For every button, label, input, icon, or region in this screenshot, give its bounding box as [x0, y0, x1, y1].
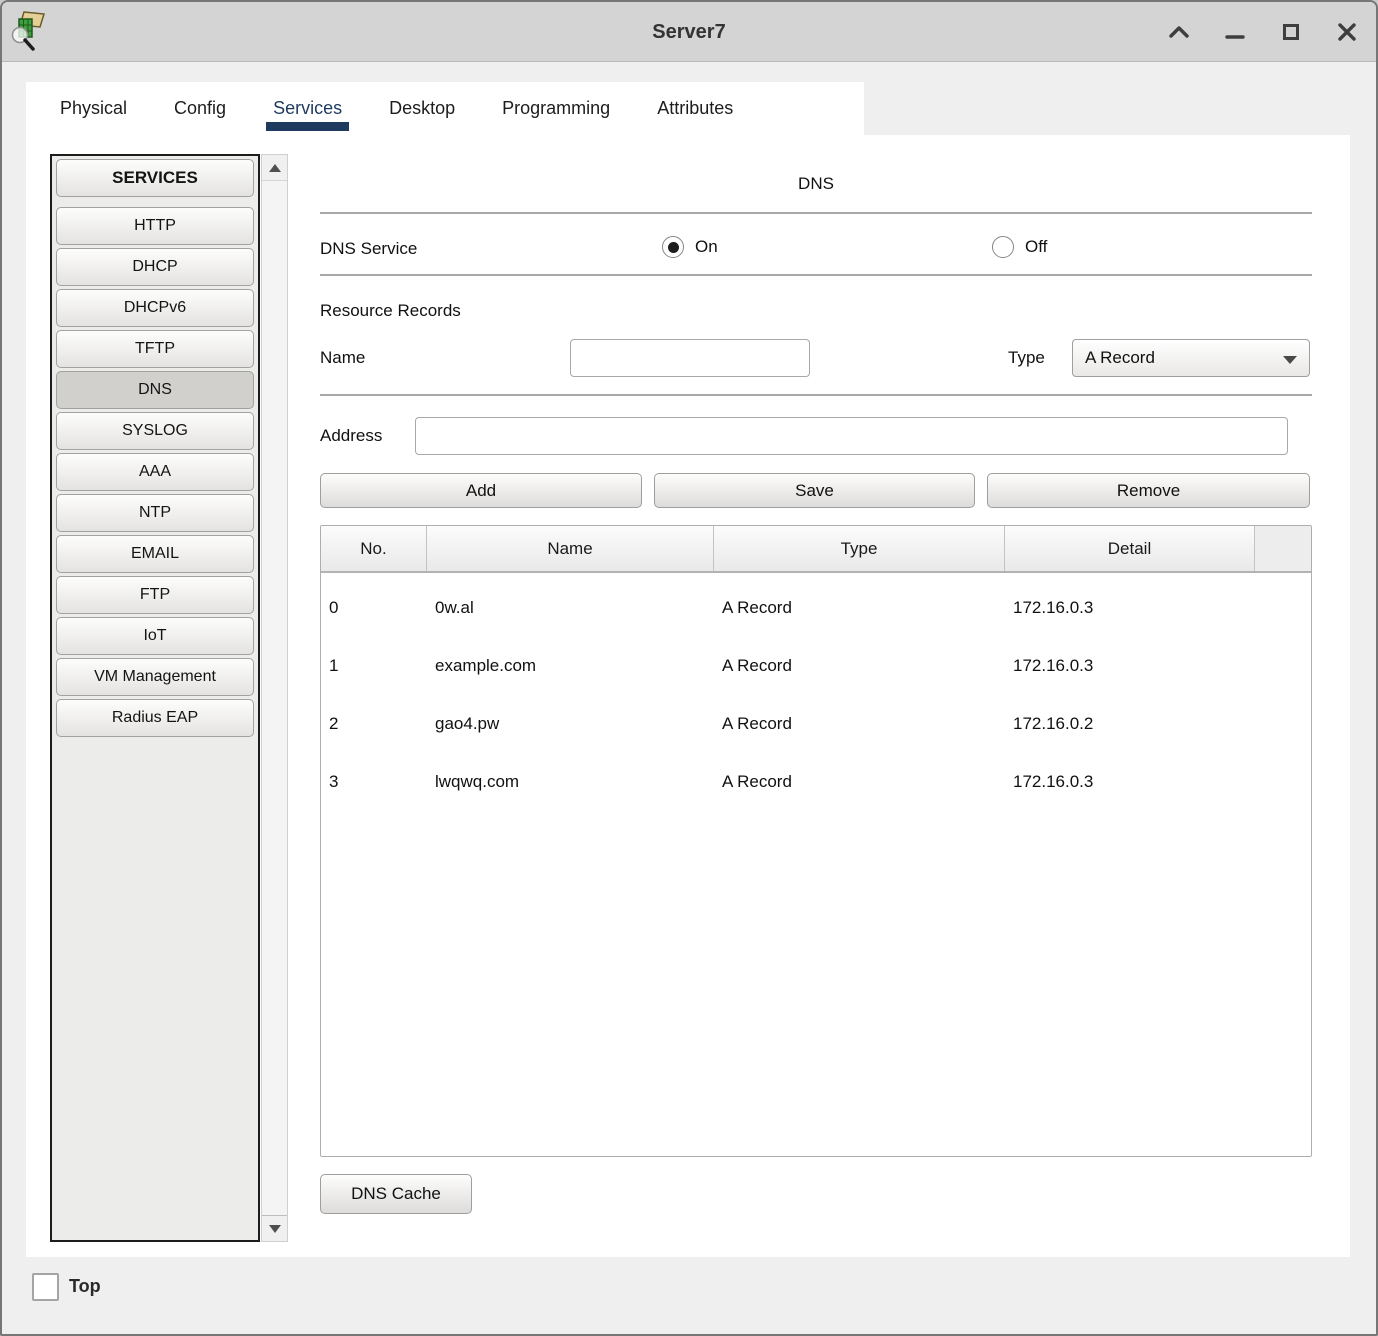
- table-row[interactable]: 00w.alA Record172.16.0.3: [321, 579, 1311, 637]
- table-cell: lwqwq.com: [427, 753, 714, 811]
- column-header-detail: Detail: [1005, 526, 1255, 571]
- table-row[interactable]: 1example.comA Record172.16.0.3: [321, 637, 1311, 695]
- address-label: Address: [320, 426, 382, 446]
- save-button[interactable]: Save: [654, 473, 975, 508]
- sidebar-header-services: SERVICES: [56, 159, 254, 197]
- sidebar-item-dns[interactable]: DNS: [56, 371, 254, 409]
- column-header-no: No.: [321, 526, 427, 571]
- top-checkbox[interactable]: [32, 1273, 59, 1301]
- add-button[interactable]: Add: [320, 473, 642, 508]
- dns-service-off-option[interactable]: Off: [992, 236, 1047, 258]
- table-cell: 172.16.0.3: [1005, 579, 1255, 637]
- table-cell: 0: [321, 579, 427, 637]
- table-cell: A Record: [714, 695, 1005, 753]
- tab-attributes[interactable]: Attributes: [657, 82, 733, 135]
- tab-label: Desktop: [389, 98, 455, 119]
- records-table-body: 00w.alA Record172.16.0.31example.comA Re…: [321, 573, 1311, 811]
- shade-button[interactable]: [1168, 21, 1190, 43]
- table-cell: 172.16.0.3: [1005, 753, 1255, 811]
- table-cell: A Record: [714, 753, 1005, 811]
- server-config-window: Server7 Physical Config Services Desktop Pro…: [0, 0, 1378, 1336]
- records-table: No.NameTypeDetail 00w.alA Record172.16.0…: [320, 525, 1312, 1157]
- table-cell: 1: [321, 637, 427, 695]
- sidebar-item-dhcpv6[interactable]: DHCPv6: [56, 289, 254, 327]
- tab-bar: Physical Config Services Desktop Programming…: [26, 82, 864, 135]
- type-select[interactable]: A Record: [1072, 339, 1310, 377]
- tab-desktop[interactable]: Desktop: [389, 82, 455, 135]
- tab-label: Physical: [60, 98, 127, 119]
- divider: [320, 274, 1312, 276]
- services-sidebar: SERVICES HTTPDHCPDHCPv6TFTPDNSSYSLOGAAAN…: [50, 154, 260, 1242]
- column-header-name: Name: [427, 526, 714, 571]
- sidebar-items: HTTPDHCPDHCPv6TFTPDNSSYSLOGAAANTPEMAILFT…: [55, 207, 255, 737]
- column-header-type: Type: [714, 526, 1005, 571]
- dns-cache-button[interactable]: DNS Cache: [320, 1174, 472, 1214]
- tab-label: Attributes: [657, 98, 733, 119]
- sidebar-item-http[interactable]: HTTP: [56, 207, 254, 245]
- table-cell: A Record: [714, 637, 1005, 695]
- table-cell: 2: [321, 695, 427, 753]
- table-row[interactable]: 3lwqwq.comA Record172.16.0.3: [321, 753, 1311, 811]
- divider: [320, 212, 1312, 214]
- maximize-button[interactable]: [1280, 21, 1302, 43]
- dns-service-label: DNS Service: [320, 239, 417, 259]
- table-cell: 3: [321, 753, 427, 811]
- column-header-corner: [1255, 526, 1311, 571]
- name-label: Name: [320, 348, 365, 368]
- sidebar-item-ftp[interactable]: FTP: [56, 576, 254, 614]
- table-cell: gao4.pw: [427, 695, 714, 753]
- close-button[interactable]: [1336, 21, 1358, 43]
- sidebar-item-vm-management[interactable]: VM Management: [56, 658, 254, 696]
- sidebar-item-iot[interactable]: IoT: [56, 617, 254, 655]
- table-cell: 172.16.0.2: [1005, 695, 1255, 753]
- scroll-up-arrow-icon[interactable]: [262, 155, 287, 181]
- table-cell: example.com: [427, 637, 714, 695]
- tab-physical[interactable]: Physical: [60, 82, 127, 135]
- tab-services[interactable]: Services: [273, 82, 342, 135]
- address-input[interactable]: [415, 417, 1288, 455]
- dns-service-on-option[interactable]: On: [662, 236, 718, 258]
- table-cell: 172.16.0.3: [1005, 637, 1255, 695]
- records-table-header: No.NameTypeDetail: [321, 526, 1311, 573]
- tab-label: Services: [273, 98, 342, 119]
- active-tab-underline: [266, 122, 349, 131]
- sidebar-item-radius-eap[interactable]: Radius EAP: [56, 699, 254, 737]
- sidebar-item-email[interactable]: EMAIL: [56, 535, 254, 573]
- type-label: Type: [1008, 348, 1045, 368]
- on-label: On: [695, 237, 718, 257]
- dns-pane-title: DNS: [320, 174, 1312, 194]
- dns-service-off-radio[interactable]: [992, 236, 1014, 258]
- scroll-down-arrow-icon[interactable]: [262, 1215, 287, 1241]
- top-checkbox-label: Top: [69, 1276, 101, 1297]
- chevron-down-icon: [1283, 356, 1297, 364]
- dns-pane: DNS DNS Service On Off Resource Records …: [320, 152, 1312, 1217]
- sidebar-item-ntp[interactable]: NTP: [56, 494, 254, 532]
- sidebar-scrollbar[interactable]: [261, 154, 288, 1242]
- window-controls: [1168, 2, 1358, 62]
- off-label: Off: [1025, 237, 1047, 257]
- title-bar: Server7: [2, 2, 1376, 62]
- tab-label: Config: [174, 98, 226, 119]
- sidebar-item-dhcp[interactable]: DHCP: [56, 248, 254, 286]
- table-row[interactable]: 2gao4.pwA Record172.16.0.2: [321, 695, 1311, 753]
- name-input[interactable]: [570, 339, 810, 377]
- table-cell: 0w.al: [427, 579, 714, 637]
- type-selected-value: A Record: [1085, 348, 1155, 368]
- sidebar-item-tftp[interactable]: TFTP: [56, 330, 254, 368]
- sidebar-item-syslog[interactable]: SYSLOG: [56, 412, 254, 450]
- footer-bar: Top: [2, 1257, 1376, 1334]
- minimize-button[interactable]: [1224, 21, 1246, 43]
- divider: [320, 394, 1312, 396]
- tab-label: Programming: [502, 98, 610, 119]
- table-cell: A Record: [714, 579, 1005, 637]
- remove-button[interactable]: Remove: [987, 473, 1310, 508]
- tab-programming[interactable]: Programming: [502, 82, 610, 135]
- tab-config[interactable]: Config: [174, 82, 226, 135]
- sidebar-item-aaa[interactable]: AAA: [56, 453, 254, 491]
- resource-records-label: Resource Records: [320, 301, 461, 321]
- dns-service-on-radio[interactable]: [662, 236, 684, 258]
